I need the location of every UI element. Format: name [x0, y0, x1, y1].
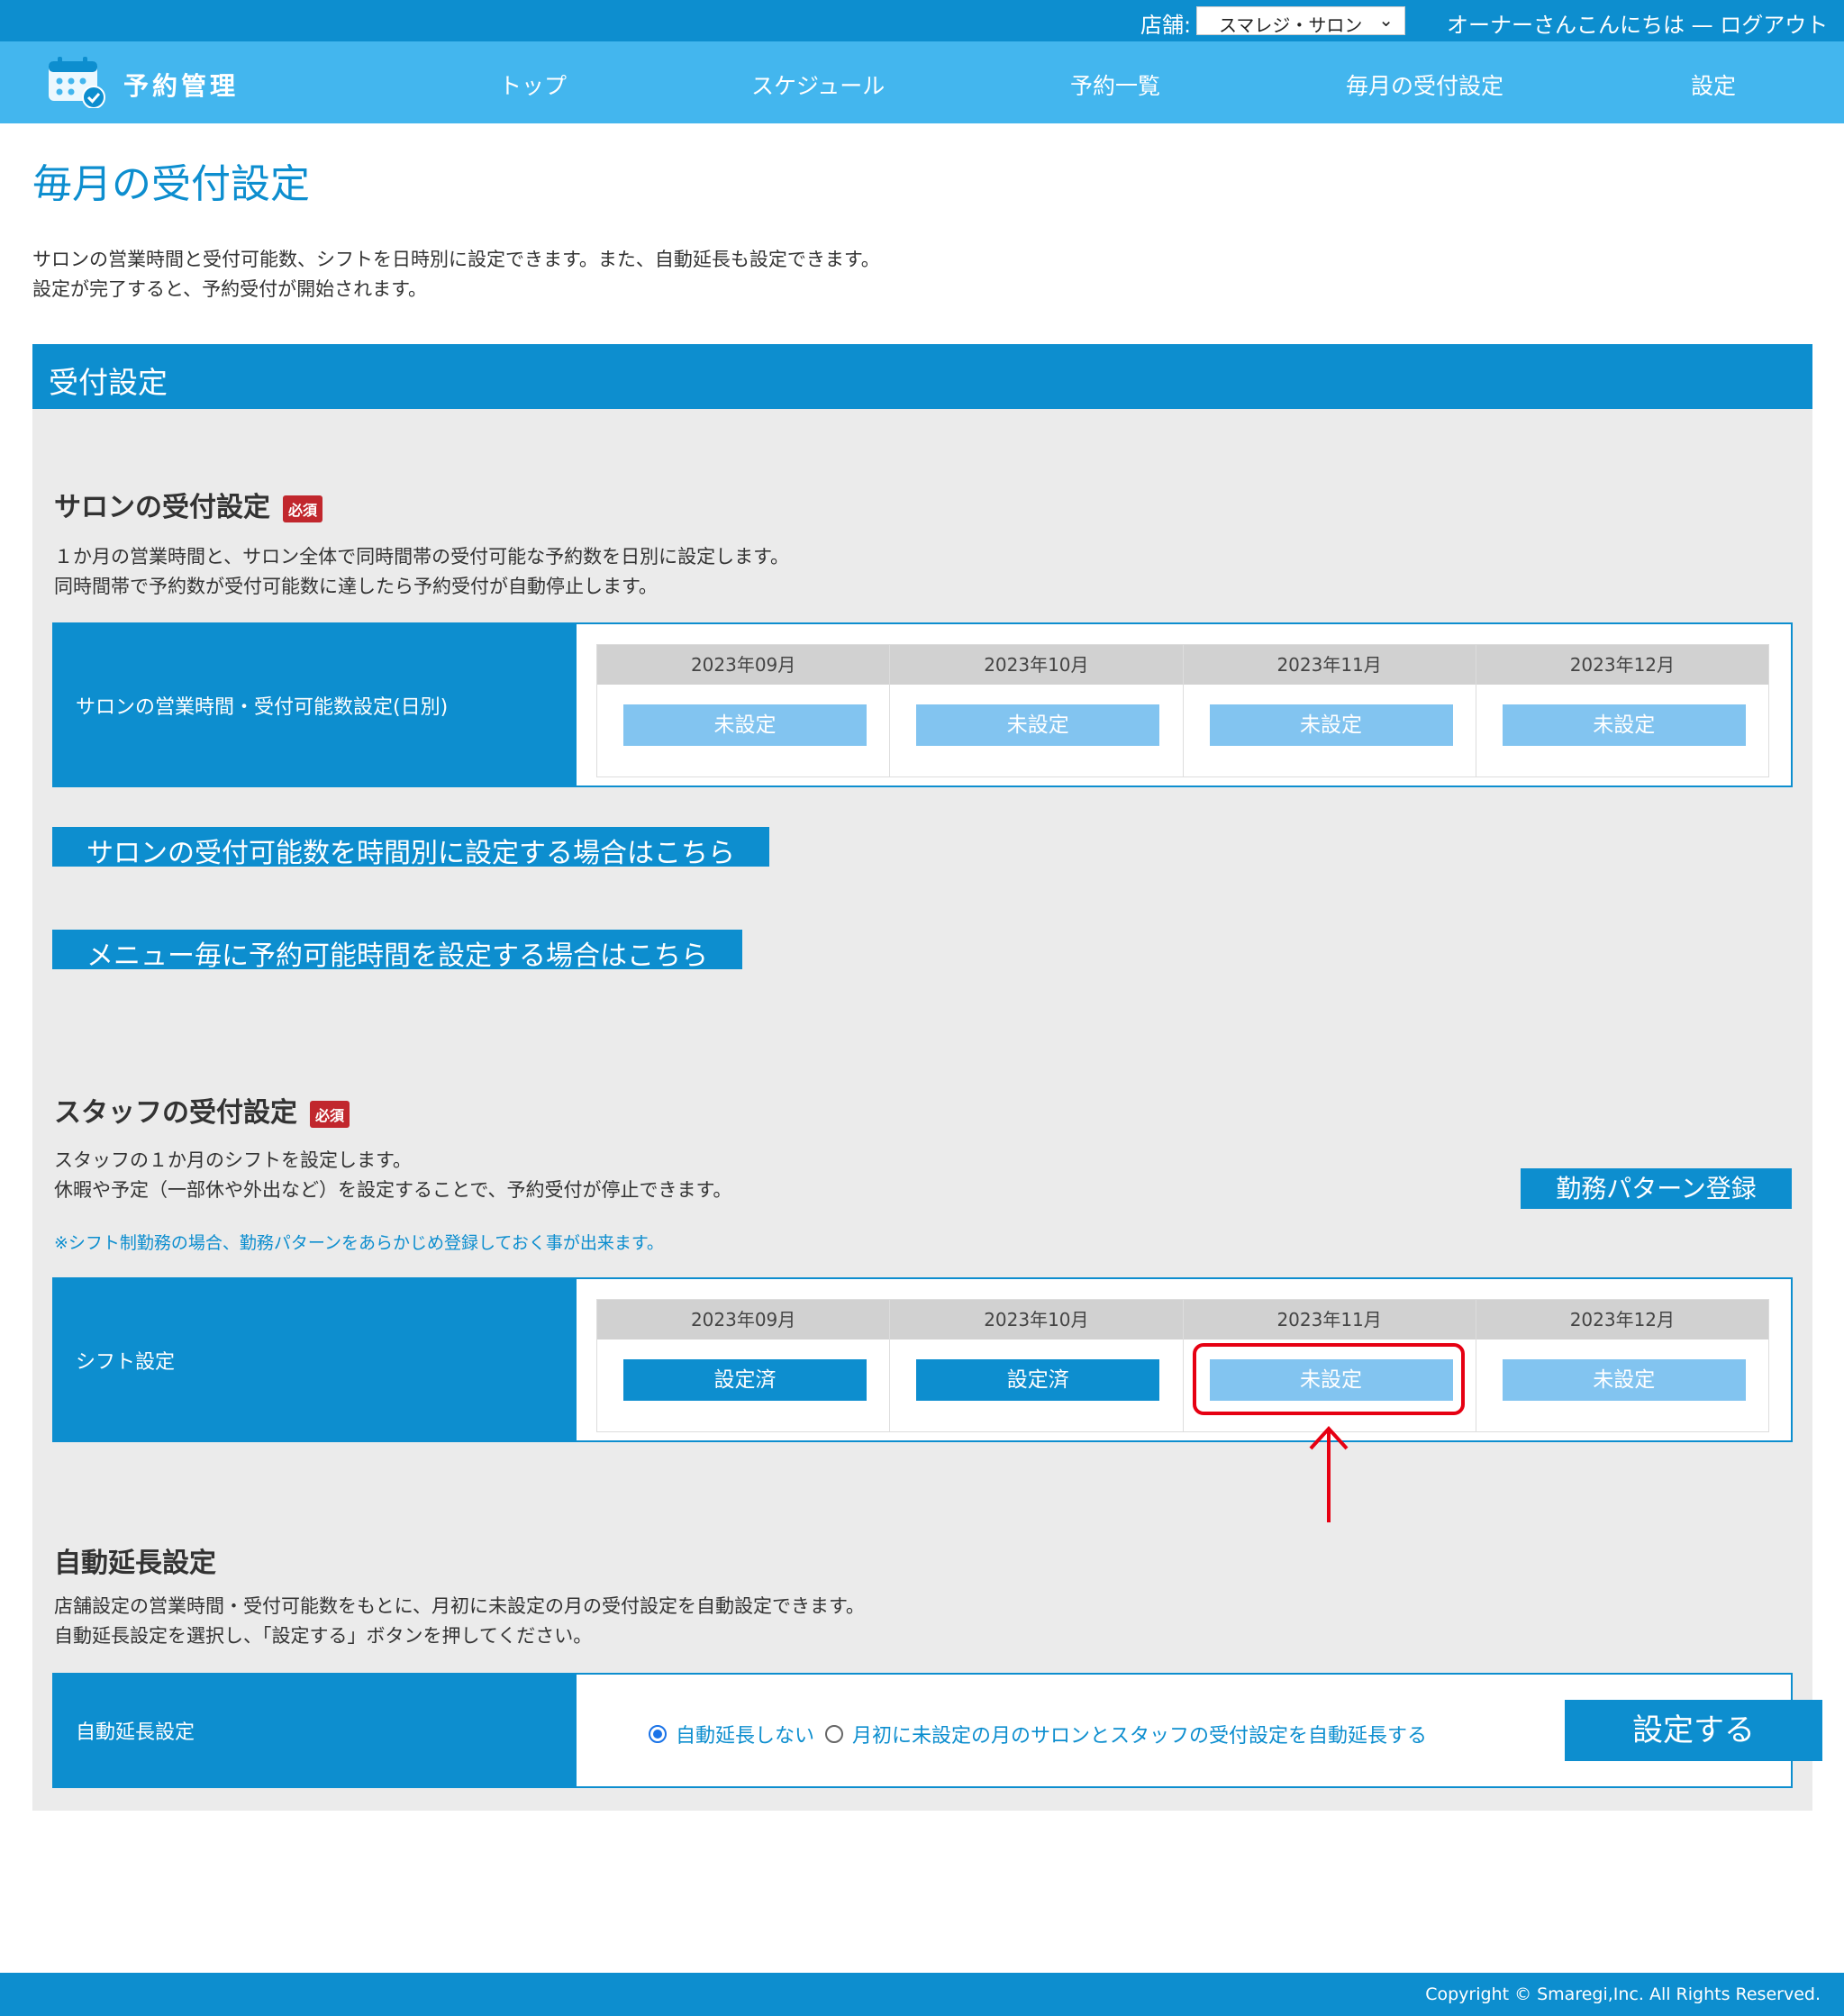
salon-month-table: 2023年09月 未設定 2023年10月 未設定 2023年11月 未設定 2…	[596, 644, 1769, 777]
hourly-capacity-link-button[interactable]: サロンの受付可能数を時間別に設定する場合はこちら	[52, 827, 769, 869]
month-cell: 未設定	[890, 685, 1183, 776]
month-header: 2023年09月	[597, 645, 890, 685]
salon-title-text: サロンの受付設定	[54, 492, 270, 523]
month-status-button[interactable]: 未設定	[1502, 704, 1746, 746]
month-column: 2023年11月 未設定	[1183, 645, 1476, 776]
menu-time-link-button[interactable]: メニュー毎に予約可能時間を設定する場合はこちら	[52, 930, 742, 972]
month-status-button[interactable]: 未設定	[916, 704, 1160, 746]
intro-line: 設定が完了すると、予約受付が開始されます。	[32, 278, 428, 300]
month-cell: 未設定	[597, 685, 890, 776]
shift-settings-label: シフト設定	[54, 1279, 577, 1440]
desc-line: 同時間帯で予約数が受付可能数に達したら予約受付が自動停止します。	[54, 576, 658, 597]
month-column: 2023年10月 未設定	[890, 645, 1184, 776]
main-nav: 予約管理 トップ スケジュール 予約一覧 毎月の受付設定 設定	[0, 41, 1844, 123]
month-cell: 設定済	[597, 1339, 890, 1431]
apply-button[interactable]: 設定する	[1565, 1700, 1822, 1761]
section-header: 受付設定	[32, 344, 1812, 409]
staff-description: スタッフの１か月のシフトを設定します。 休暇や予定（一部休や外出など）を設定する…	[54, 1146, 731, 1205]
month-cell: 設定済	[890, 1339, 1183, 1431]
auto-extend-title: 自動延長設定	[54, 1548, 216, 1579]
highlight-box	[1193, 1343, 1465, 1415]
logout-link[interactable]: ログアウト	[1720, 13, 1828, 38]
store-select-value: スマレジ・サロン	[1219, 14, 1363, 36]
salon-settings-title: サロンの受付設定 必須	[54, 485, 323, 524]
page-title: 毎月の受付設定	[32, 161, 310, 207]
month-header: 2023年10月	[890, 645, 1183, 685]
auto-extend-options: 自動延長しない 月初に未設定の月のサロンとスタッフの受付設定を自動延長する	[649, 1720, 1438, 1748]
month-status-button[interactable]: 未設定	[1209, 704, 1453, 746]
month-column: 2023年10月 設定済	[890, 1300, 1184, 1431]
month-status-button[interactable]: 未設定	[1502, 1359, 1746, 1401]
staff-title-text: スタッフの受付設定	[54, 1097, 297, 1129]
greeting-text: オーナーさんこんにちは	[1447, 13, 1685, 38]
month-cell: 未設定	[1476, 1339, 1768, 1431]
month-column: 2023年12月 未設定	[1476, 645, 1768, 776]
auto-extend-row: 自動延長設定 自動延長しない 月初に未設定の月のサロンとスタッフの受付設定を自動…	[52, 1673, 1822, 1788]
nav-schedule[interactable]: スケジュール	[751, 68, 885, 101]
salon-hours-row: サロンの営業時間・受付可能数設定(日別) 2023年09月 未設定 2023年1…	[52, 622, 1793, 787]
nav-top[interactable]: トップ	[499, 68, 567, 101]
month-status-button[interactable]: 設定済	[623, 1359, 867, 1401]
shift-month-table: 2023年09月 設定済 2023年10月 設定済 2023年11月 未設定 2…	[596, 1299, 1769, 1432]
salon-description: １か月の営業時間と、サロン全体で同時間帯の受付可能な予約数を日別に設定します。 …	[54, 542, 789, 602]
month-status-button[interactable]: 未設定	[623, 704, 867, 746]
month-header: 2023年11月	[1183, 1300, 1476, 1339]
month-cell: 未設定	[1183, 685, 1476, 776]
work-pattern-register-button[interactable]: 勤務パターン登録	[1521, 1168, 1792, 1209]
store-label: 店舗:	[1140, 13, 1192, 38]
auto-extend-description: 店舗設定の営業時間・受付可能数をもとに、月初に未設定の月の受付設定を自動設定でき…	[54, 1592, 865, 1651]
page-intro: サロンの営業時間と受付可能数、シフトを日時別に設定できます。また、自動延長も設定…	[32, 245, 880, 304]
section-title: 受付設定	[49, 365, 168, 400]
row-label-text: 自動延長設定	[76, 1721, 195, 1744]
required-badge: 必須	[283, 495, 323, 522]
month-column: 2023年12月 未設定	[1476, 1300, 1768, 1431]
desc-line: １か月の営業時間と、サロン全体で同時間帯の受付可能な予約数を日別に設定します。	[54, 546, 790, 568]
desc-line: 自動延長設定を選択し、「設定する」ボタンを押してください。	[54, 1625, 593, 1647]
row-label-text: シフト設定	[76, 1350, 176, 1374]
store-select[interactable]: スマレジ・サロン ⌄	[1196, 6, 1405, 36]
calendar-check-icon	[49, 57, 105, 108]
desc-line: 休暇や予定（一部休や外出など）を設定することで、予約受付が停止できます。	[54, 1179, 732, 1201]
month-header: 2023年10月	[890, 1300, 1183, 1339]
desc-line: 店舗設定の営業時間・受付可能数をもとに、月初に未設定の月の受付設定を自動設定でき…	[54, 1595, 865, 1617]
month-status-button[interactable]: 設定済	[916, 1359, 1160, 1401]
salon-hours-label: サロンの営業時間・受付可能数設定(日別)	[54, 624, 577, 786]
month-header: 2023年11月	[1183, 645, 1476, 685]
nav-settings[interactable]: 設定	[1691, 68, 1736, 101]
radio-auto-extend[interactable]	[825, 1725, 844, 1743]
required-badge: 必須	[310, 1100, 350, 1128]
up-arrow-icon	[1309, 1426, 1349, 1522]
shift-settings-row: シフト設定 2023年09月 設定済 2023年10月 設定済 2023年11月…	[52, 1277, 1793, 1442]
month-header: 2023年12月	[1476, 1300, 1768, 1339]
chevron-down-icon: ⌄	[1378, 9, 1394, 31]
month-cell: 未設定	[1476, 685, 1768, 776]
month-column: 2023年09月 設定済	[597, 1300, 891, 1431]
auto-extend-label: 自動延長設定	[54, 1675, 577, 1786]
greeting-separator: —	[1691, 13, 1713, 38]
radio-no-extend-label[interactable]: 自動延長しない	[676, 1720, 814, 1748]
shift-note: ※シフト制勤務の場合、勤務パターンをあらかじめ登録しておく事が出来ます。	[54, 1233, 664, 1253]
month-header: 2023年12月	[1476, 645, 1768, 685]
brand-title: 予約管理	[123, 71, 240, 101]
user-greeting: オーナーさんこんにちは — ログアウト	[1447, 7, 1828, 39]
top-utility-bar: 店舗: スマレジ・サロン ⌄ オーナーさんこんにちは — ログアウト	[0, 0, 1844, 41]
desc-line: スタッフの１か月のシフトを設定します。	[54, 1149, 412, 1171]
intro-line: サロンの営業時間と受付可能数、シフトを日時別に設定できます。また、自動延長も設定…	[32, 249, 880, 270]
radio-auto-extend-label[interactable]: 月初に未設定の月のサロンとスタッフの受付設定を自動延長する	[852, 1720, 1427, 1748]
row-label-text: サロンの営業時間・受付可能数設定(日別)	[76, 695, 449, 719]
radio-no-extend[interactable]	[649, 1725, 667, 1743]
month-column: 2023年09月 未設定	[597, 645, 891, 776]
copyright-text: Copyright © Smaregi,Inc. All Rights Rese…	[1425, 1984, 1821, 2004]
staff-settings-title: スタッフの受付設定 必須	[54, 1090, 350, 1130]
nav-monthly-settings[interactable]: 毎月の受付設定	[1346, 68, 1503, 101]
month-header: 2023年09月	[597, 1300, 890, 1339]
footer: Copyright © Smaregi,Inc. All Rights Rese…	[0, 1973, 1844, 2016]
nav-reservations[interactable]: 予約一覧	[1070, 68, 1160, 101]
